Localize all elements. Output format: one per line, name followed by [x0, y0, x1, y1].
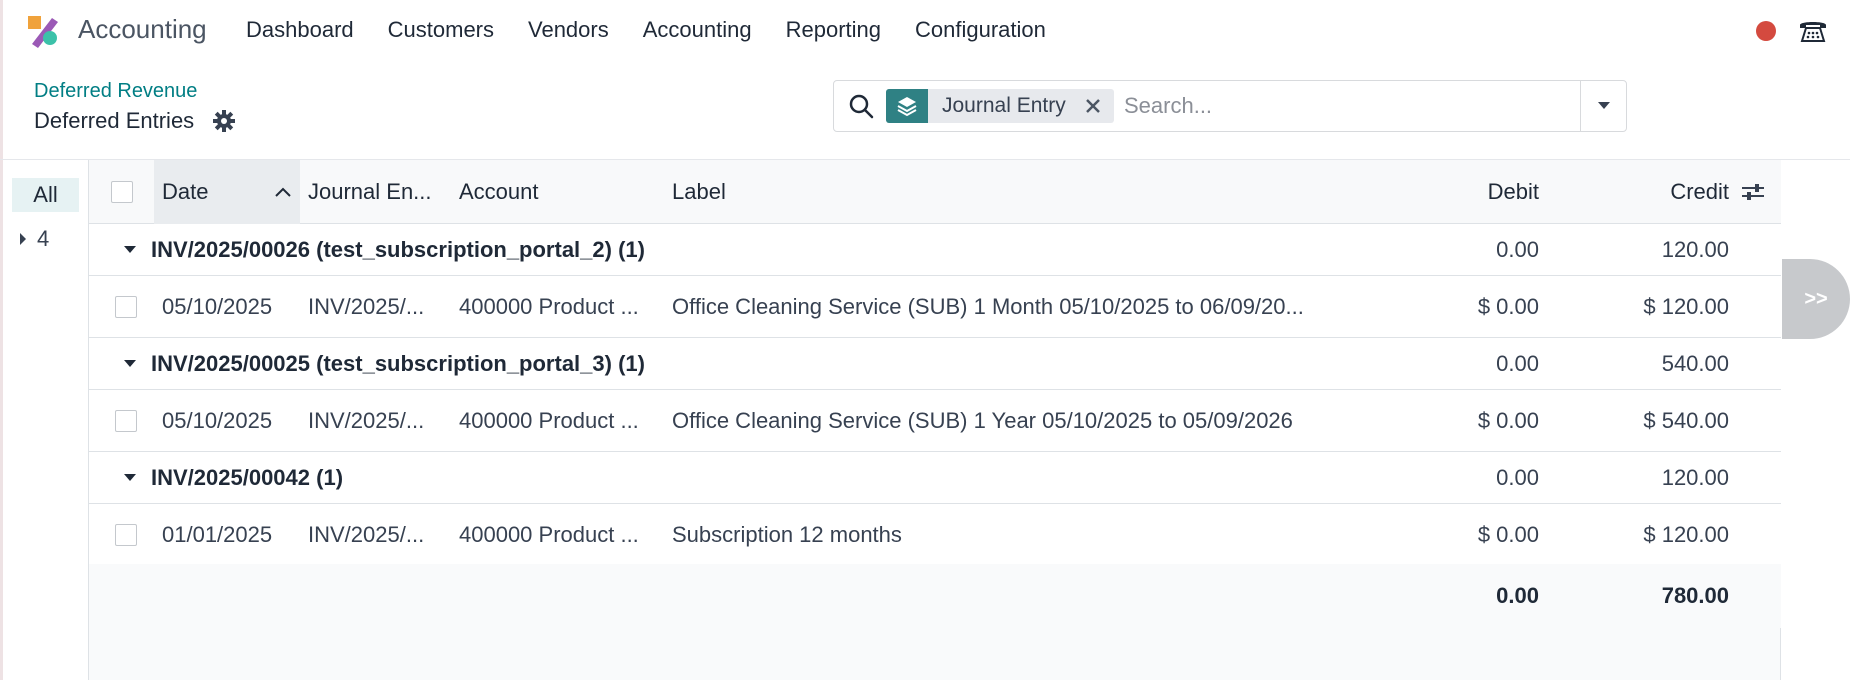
- search-options-toggle[interactable]: [1580, 81, 1626, 131]
- row-date: 05/10/2025: [162, 293, 273, 319]
- row-label: Office Cleaning Service (SUB) 1 Month 05…: [672, 293, 1304, 319]
- sliders-icon: [1742, 183, 1764, 200]
- menu-configuration[interactable]: Configuration: [915, 17, 1046, 43]
- group-credit: 540.00: [1661, 350, 1729, 376]
- chatter-toggle-button[interactable]: >>: [1782, 259, 1850, 339]
- row-checkbox[interactable]: [115, 295, 137, 318]
- row-account: 400000 Product ...: [459, 293, 639, 319]
- filter-group-4[interactable]: 4: [19, 226, 49, 252]
- group-credit: 120.00: [1661, 236, 1729, 262]
- row-account: 400000 Product ...: [459, 407, 639, 433]
- row-credit: $ 120.00: [1643, 293, 1729, 319]
- group-title: INV/2025/00042 (1): [151, 464, 344, 490]
- column-date[interactable]: Date: [162, 160, 292, 223]
- select-all-checkbox[interactable]: [111, 180, 133, 203]
- menu-accounting[interactable]: Accounting: [643, 17, 752, 43]
- gear-icon[interactable]: [213, 110, 235, 132]
- app-name[interactable]: Accounting: [78, 14, 207, 45]
- column-credit[interactable]: Credit: [1549, 160, 1729, 223]
- row-journal-entry-link[interactable]: INV/2025/...: [308, 276, 448, 337]
- caret-down-icon: [124, 359, 136, 367]
- phone-icon[interactable]: [1797, 15, 1829, 47]
- group-debit: 0.00: [1496, 350, 1539, 376]
- group-debit: 0.00: [1496, 236, 1539, 262]
- status-indicator[interactable]: [1756, 21, 1776, 41]
- accounting-app-logo-icon[interactable]: [26, 14, 60, 48]
- optional-columns-toggle[interactable]: [1741, 160, 1769, 223]
- row-label: Subscription 12 months: [672, 521, 902, 547]
- close-icon[interactable]: [1080, 89, 1106, 123]
- main-menu: Dashboard Customers Vendors Accounting R…: [246, 17, 1080, 43]
- row-date: 05/10/2025: [162, 407, 273, 433]
- row-journal-entry-link[interactable]: INV/2025/...: [308, 504, 448, 565]
- caret-right-icon: [20, 233, 26, 245]
- row-label: Office Cleaning Service (SUB) 1 Year 05/…: [672, 407, 1293, 433]
- group-title: INV/2025/00025 (test_subscription_portal…: [151, 350, 645, 376]
- row-debit: $ 0.00: [1477, 521, 1539, 547]
- filter-group-label: 4: [37, 226, 50, 251]
- breadcrumb-deferred-revenue[interactable]: Deferred Revenue: [34, 80, 197, 103]
- column-date-label: Date: [162, 178, 209, 204]
- row-journal-entry-link[interactable]: INV/2025/...: [308, 390, 448, 451]
- facet-label: Journal Entry: [942, 94, 1066, 117]
- caret-down-icon: [124, 245, 136, 253]
- search-icon[interactable]: [848, 93, 874, 119]
- group-credit: 120.00: [1661, 464, 1729, 490]
- table-row[interactable]: 05/10/2025 INV/2025/... 400000 Product .…: [89, 390, 1781, 452]
- search-facet: Journal Entry: [886, 89, 1114, 123]
- table-row[interactable]: 05/10/2025 INV/2025/... 400000 Product .…: [89, 276, 1781, 338]
- row-credit: $ 540.00: [1643, 407, 1729, 433]
- column-account[interactable]: Account: [459, 160, 649, 223]
- search-bar: Journal Entry: [833, 80, 1627, 132]
- row-checkbox[interactable]: [115, 523, 137, 546]
- row-date: 01/01/2025: [162, 521, 273, 547]
- group-debit: 0.00: [1496, 464, 1539, 490]
- caret-down-icon: [1597, 102, 1610, 109]
- sort-ascending-icon: [275, 187, 291, 197]
- row-checkbox[interactable]: [115, 409, 137, 432]
- group-row[interactable]: INV/2025/00026 (test_subscription_portal…: [89, 224, 1781, 276]
- table-footer-totals: 0.00 780.00: [89, 564, 1781, 628]
- row-credit: $ 120.00: [1643, 521, 1729, 547]
- page-title: Deferred Entries: [34, 108, 195, 133]
- row-account: 400000 Product ...: [459, 521, 639, 547]
- group-title: INV/2025/00026 (test_subscription_portal…: [151, 236, 645, 262]
- search-panel: All 4: [3, 160, 89, 680]
- row-debit: $ 0.00: [1477, 407, 1539, 433]
- total-debit: 0.00: [1496, 583, 1539, 608]
- menu-reporting[interactable]: Reporting: [786, 17, 881, 43]
- top-navbar: Accounting Dashboard Customers Vendors A…: [0, 0, 1850, 62]
- search-input[interactable]: [1124, 89, 1554, 123]
- row-debit: $ 0.00: [1477, 293, 1539, 319]
- list-view: Date Journal En... Account Label Debit C…: [89, 160, 1781, 680]
- filter-all[interactable]: All: [12, 178, 79, 212]
- menu-customers[interactable]: Customers: [388, 17, 494, 43]
- group-row[interactable]: INV/2025/00025 (test_subscription_portal…: [89, 338, 1781, 390]
- menu-dashboard[interactable]: Dashboard: [246, 17, 354, 43]
- column-label[interactable]: Label: [672, 160, 1272, 223]
- caret-down-icon: [124, 473, 136, 481]
- column-journal-entry[interactable]: Journal En...: [308, 160, 444, 223]
- total-credit: 780.00: [1661, 583, 1729, 608]
- menu-vendors[interactable]: Vendors: [528, 17, 609, 43]
- table-row[interactable]: 01/01/2025 INV/2025/... 400000 Product .…: [89, 504, 1781, 566]
- group-row[interactable]: INV/2025/00042 (1) 0.00 120.00: [89, 452, 1781, 504]
- column-debit[interactable]: Debit: [1359, 160, 1539, 223]
- table-header: Date Journal En... Account Label Debit C…: [89, 160, 1781, 224]
- group-by-icon: [886, 89, 928, 123]
